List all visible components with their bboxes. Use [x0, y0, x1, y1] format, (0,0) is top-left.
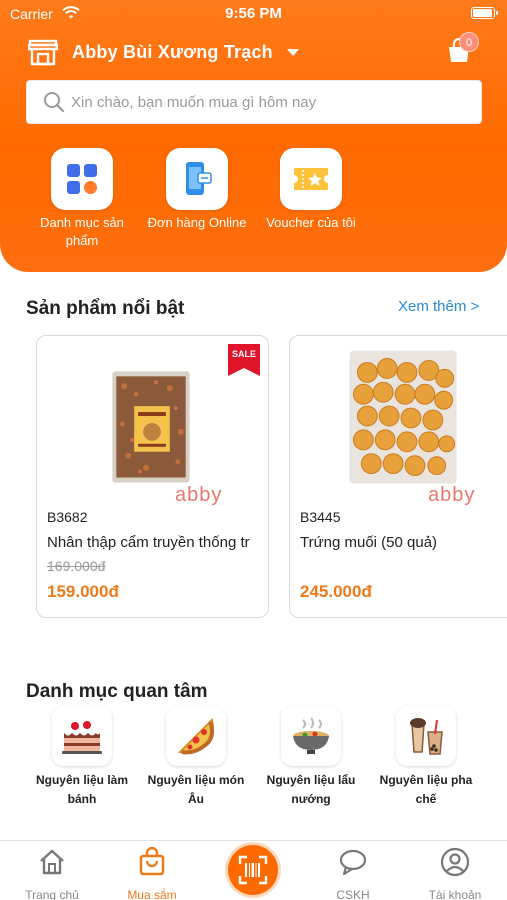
sale-badge-icon: SALE: [228, 344, 260, 376]
quick-action-tile: [166, 148, 228, 210]
chevron-down-icon: [286, 48, 299, 56]
category-item-drinks[interactable]: Nguyên liệu pha chế: [369, 706, 483, 809]
quick-action-label: Voucher của tôi: [266, 215, 356, 230]
quick-action-label: Đơn hàng Online: [147, 215, 247, 230]
tab-label: CSKH: [336, 888, 370, 900]
search-input[interactable]: [71, 93, 451, 111]
brand-watermark: abby: [175, 484, 223, 506]
cake-icon: [62, 721, 102, 754]
tab-account[interactable]: Tài khoản: [410, 847, 500, 900]
category-label: Nguyên liệu món Âu: [147, 773, 245, 806]
category-tile: [166, 706, 226, 766]
search-icon: [44, 92, 65, 113]
category-item-hotpot[interactable]: Nguyên liệu lẩu nướng: [254, 706, 368, 809]
tab-support[interactable]: CSKH: [308, 847, 398, 900]
quick-action-online-orders[interactable]: Đơn hàng Online: [141, 148, 253, 232]
tab-home[interactable]: Trang chủ: [7, 847, 97, 900]
store-name: Abby Bùi Xương Trạch: [72, 41, 273, 62]
status-time: 9:56 PM: [225, 5, 282, 22]
home-icon: [40, 849, 64, 875]
tab-label: Trang chủ: [25, 888, 79, 900]
see-more-link[interactable]: Xem thêm >: [398, 298, 479, 315]
quick-action-tile: [51, 148, 113, 210]
status-bar: Carrier 9:56 PM: [0, 0, 507, 28]
product-price: 159.000đ: [47, 582, 119, 601]
category-label: Nguyên liệu pha chế: [379, 773, 473, 806]
category-label: Nguyên liệu làm bánh: [35, 773, 129, 806]
product-price: 245.000đ: [300, 582, 372, 601]
cart-count-badge: 0: [459, 32, 479, 52]
store-icon: [28, 39, 58, 66]
pizza-icon: [177, 718, 214, 755]
product-name: Trứng muối (50 quả): [300, 534, 438, 551]
product-card[interactable]: SALE abby B3682 Nhân thập cẩm truyền thố…: [36, 335, 269, 618]
battery-icon: [471, 7, 498, 19]
sale-badge-text: SALE: [232, 349, 256, 359]
product-code: B3445: [300, 509, 341, 525]
bubble-tea-icon: [410, 718, 443, 755]
shopping-bag-icon: [139, 846, 165, 876]
chat-bubble-icon: [339, 849, 367, 876]
store-selector[interactable]: Abby Bùi Xương Trạch: [28, 36, 299, 68]
barcode-scan-icon: [238, 855, 268, 885]
quick-action-vouchers[interactable]: Voucher của tôi: [255, 148, 367, 232]
product-old-price: 169.000đ: [47, 558, 106, 574]
grid-apps-icon: [67, 164, 97, 194]
category-label: Nguyên liệu lẩu nướng: [266, 773, 356, 806]
tab-shopping[interactable]: Mua sắm: [107, 846, 197, 900]
header-banner: Carrier 9:56 PM Abby Bùi Xương Trạch 0 X…: [0, 0, 507, 272]
user-account-icon: [440, 847, 470, 877]
voucher-ticket-icon: [294, 168, 328, 190]
product-code: B3682: [47, 509, 88, 525]
categories-section-title: Danh mục quan tâm: [26, 681, 208, 702]
phone-order-icon: [186, 162, 212, 195]
product-name: Nhân thập cẩm truyền thống tr: [47, 534, 250, 551]
tab-label: Mua sắm: [127, 888, 177, 900]
product-card[interactable]: abby B3445 Trứng muối (50 quả) 245.000đ: [289, 335, 507, 618]
hotpot-icon: [293, 717, 329, 754]
category-item-baking[interactable]: Nguyên liệu làm bánh: [25, 706, 139, 809]
featured-section-title: Sản phẩm nổi bật: [26, 298, 185, 319]
product-image: [349, 350, 457, 484]
quick-action-label: Danh mục sản phẩm: [40, 215, 124, 248]
tab-label: Tài khoản: [428, 888, 482, 900]
quick-action-categories[interactable]: Danh mục sản phẩm: [26, 148, 138, 250]
search-bar[interactable]: [26, 80, 482, 124]
category-tile: [281, 706, 341, 766]
barcode-scan-button[interactable]: [228, 845, 278, 895]
brand-watermark: abby: [428, 484, 476, 506]
category-tile: [52, 706, 112, 766]
category-item-western[interactable]: Nguyên liệu món Âu: [139, 706, 253, 809]
quick-action-tile: [280, 148, 342, 210]
category-tile: [396, 706, 456, 766]
